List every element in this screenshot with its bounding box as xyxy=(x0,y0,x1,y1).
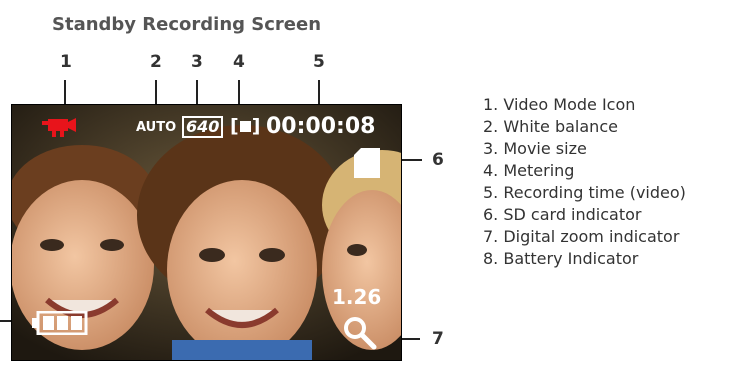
video-camera-icon xyxy=(42,118,76,137)
legend-item: 2. White balance xyxy=(483,117,618,136)
callout-2: 2 xyxy=(150,52,162,72)
recording-time: 00:00:08 xyxy=(266,114,376,139)
legend-item: 1. Video Mode Icon xyxy=(483,95,636,114)
page-title: Standby Recording Screen xyxy=(52,14,322,35)
legend-item: 7. Digital zoom indicator xyxy=(483,227,680,246)
callout-1: 1 xyxy=(60,52,72,72)
white-balance-label: AUTO xyxy=(136,120,177,135)
leader-3 xyxy=(196,80,198,106)
metering-icon: [] xyxy=(230,115,261,137)
camera-screen: AUTO 640 [] 00:00:08 1.26 xyxy=(11,104,402,361)
legend-item: 4. Metering xyxy=(483,161,575,180)
callout-6: 6 xyxy=(432,150,444,170)
movie-size-label: 640 xyxy=(182,116,224,138)
legend-item: 8. Battery Indicator xyxy=(483,249,639,268)
legend-item: 6. SD card indicator xyxy=(483,205,642,224)
leader-5 xyxy=(318,80,320,106)
callout-5: 5 xyxy=(313,52,325,72)
legend-list: 1. Video Mode Icon 2. White balance 3. M… xyxy=(483,94,686,270)
zoom-value: 1.26 xyxy=(332,285,382,309)
callout-7: 7 xyxy=(432,329,444,349)
callout-3: 3 xyxy=(191,52,203,72)
leader-4 xyxy=(238,80,240,106)
legend-item: 3. Movie size xyxy=(483,139,587,158)
leader-1 xyxy=(64,80,66,106)
battery-icon xyxy=(32,311,88,335)
callout-4: 4 xyxy=(233,52,245,72)
legend-item: 5. Recording time (video) xyxy=(483,183,686,202)
leader-2 xyxy=(155,80,157,106)
sd-card-icon xyxy=(354,148,380,178)
magnifier-icon xyxy=(344,317,377,350)
